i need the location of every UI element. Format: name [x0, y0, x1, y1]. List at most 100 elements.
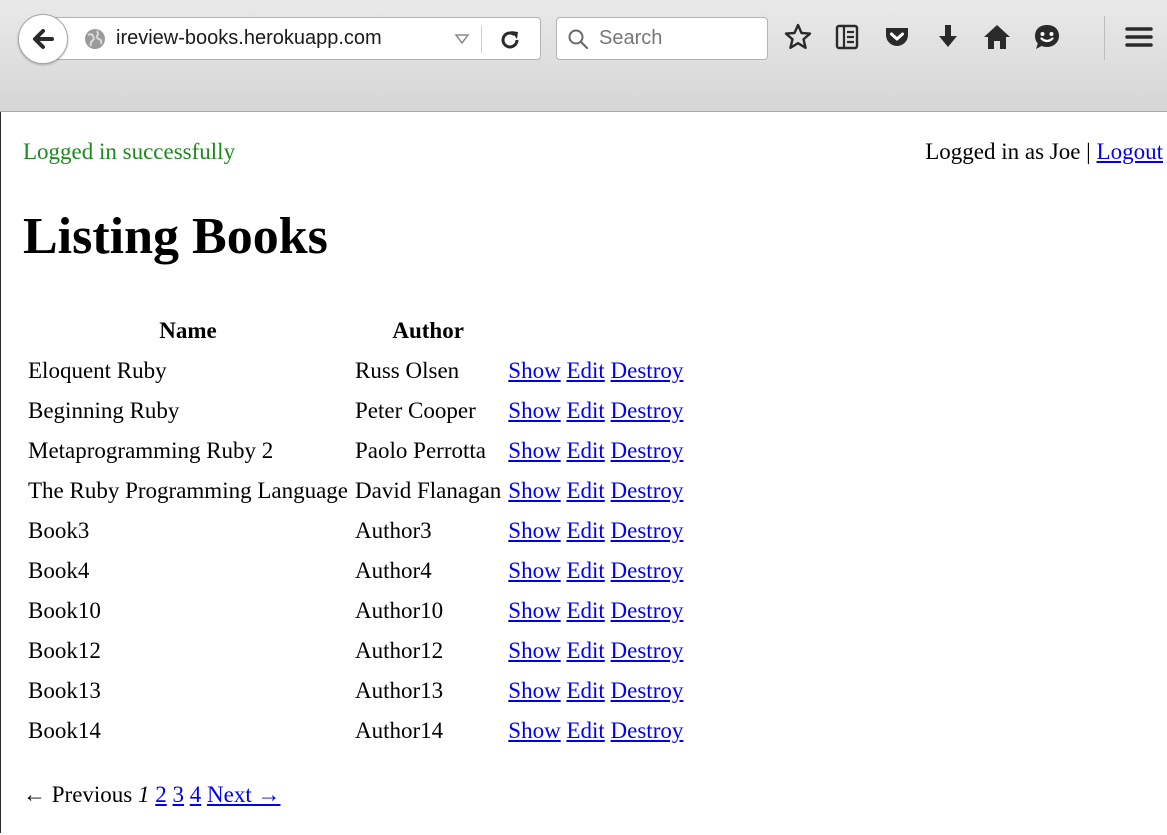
show-link[interactable]: Show — [508, 638, 560, 663]
url-bar[interactable]: ireview-books.herokuapp.com — [54, 17, 541, 60]
edit-link[interactable]: Edit — [566, 678, 604, 703]
table-row: The Ruby Programming Language David Flana… — [26, 471, 685, 511]
edit-link[interactable]: Edit — [566, 358, 604, 383]
table-row: Book14 Author14 Show Edit Destroy — [26, 711, 685, 751]
show-link[interactable]: Show — [508, 598, 560, 623]
book-name-cell: Book4 — [28, 558, 90, 583]
column-header-name: Name — [159, 318, 217, 343]
book-name-cell: Beginning Ruby — [28, 398, 180, 423]
book-actions-cell: Show Edit Destroy — [506, 551, 685, 591]
page-link-4[interactable]: 4 — [190, 782, 202, 807]
book-actions-cell: Show Edit Destroy — [506, 351, 685, 391]
show-link[interactable]: Show — [508, 678, 560, 703]
logout-link[interactable]: Logout — [1097, 139, 1163, 164]
show-link[interactable]: Show — [508, 558, 560, 583]
destroy-link[interactable]: Destroy — [611, 638, 684, 663]
table-row: Book13 Author13 Show Edit Destroy — [26, 671, 685, 711]
book-name-cell: Eloquent Ruby — [28, 358, 167, 383]
chat-icon[interactable] — [1032, 22, 1062, 52]
globe-icon — [85, 29, 105, 49]
book-author-cell: Author4 — [355, 558, 432, 583]
url-bar-separator — [481, 26, 482, 53]
book-author-cell: Author3 — [355, 518, 432, 543]
column-header-actions — [506, 311, 685, 351]
reading-list-icon[interactable] — [832, 22, 862, 52]
edit-link[interactable]: Edit — [566, 598, 604, 623]
book-author-cell: Author13 — [355, 678, 444, 703]
edit-link[interactable]: Edit — [566, 518, 604, 543]
book-author-cell: Author12 — [355, 638, 444, 663]
pagination: ← Previous 1 2 3 4 Next → — [23, 782, 280, 808]
page-link-3[interactable]: 3 — [173, 782, 185, 807]
book-name-cell: Book13 — [28, 678, 101, 703]
show-link[interactable]: Show — [508, 478, 560, 503]
back-arrow-icon — [33, 29, 54, 49]
next-page-link[interactable]: Next → — [207, 782, 280, 807]
destroy-link[interactable]: Destroy — [611, 598, 684, 623]
show-link[interactable]: Show — [508, 358, 560, 383]
reload-icon[interactable] — [498, 28, 522, 52]
column-header-author: Author — [392, 318, 464, 343]
destroy-link[interactable]: Destroy — [611, 718, 684, 743]
menu-icon[interactable] — [1124, 22, 1154, 52]
destroy-link[interactable]: Destroy — [611, 358, 684, 383]
books-table: Name Author Eloquent Ruby Russ Olsen Show … — [23, 311, 688, 751]
book-author-cell: Author14 — [355, 718, 444, 743]
previous-page-disabled: ← Previous — [23, 782, 133, 807]
logged-in-as-label: Logged in as Joe | — [925, 139, 1097, 164]
dropmarker-icon[interactable] — [454, 31, 470, 47]
url-text: ireview-books.herokuapp.com — [116, 27, 382, 49]
pocket-icon[interactable] — [882, 22, 912, 52]
edit-link[interactable]: Edit — [566, 438, 604, 463]
book-actions-cell: Show Edit Destroy — [506, 671, 685, 711]
edit-link[interactable]: Edit — [566, 558, 604, 583]
book-author-cell: Russ Olsen — [355, 358, 460, 383]
user-status: Logged in as Joe | Logout — [925, 139, 1163, 165]
book-name-cell: Book3 — [28, 518, 90, 543]
book-actions-cell: Show Edit Destroy — [506, 431, 685, 471]
book-author-cell: Author10 — [355, 598, 444, 623]
show-link[interactable]: Show — [508, 438, 560, 463]
destroy-link[interactable]: Destroy — [611, 438, 684, 463]
page-title: Listing Books — [23, 208, 328, 265]
edit-link[interactable]: Edit — [566, 638, 604, 663]
destroy-link[interactable]: Destroy — [611, 478, 684, 503]
show-link[interactable]: Show — [508, 398, 560, 423]
book-name-cell: Book10 — [28, 598, 101, 623]
book-actions-cell: Show Edit Destroy — [506, 391, 685, 431]
book-author-cell: Paolo Perrotta — [355, 438, 486, 463]
show-link[interactable]: Show — [508, 518, 560, 543]
book-actions-cell: Show Edit Destroy — [506, 511, 685, 551]
table-row: Metaprogramming Ruby 2 Paolo Perrotta Show… — [26, 431, 685, 471]
table-row: Book3 Author3 Show Edit Destroy — [26, 511, 685, 551]
page-link-2[interactable]: 2 — [155, 782, 167, 807]
book-actions-cell: Show Edit Destroy — [506, 471, 685, 511]
home-icon[interactable] — [982, 22, 1012, 52]
table-header-row: Name Author — [26, 311, 685, 351]
table-row: Book10 Author10 Show Edit Destroy — [26, 591, 685, 631]
book-author-cell: David Flanagan — [355, 478, 502, 503]
back-button[interactable] — [18, 14, 68, 64]
bookmark-star-icon[interactable] — [783, 22, 813, 52]
book-name-cell: Book14 — [28, 718, 101, 743]
search-bar[interactable]: Search — [556, 17, 768, 60]
table-row: Book12 Author12 Show Edit Destroy — [26, 631, 685, 671]
show-link[interactable]: Show — [508, 718, 560, 743]
books-table-body: Eloquent Ruby Russ Olsen Show Edit Destroy… — [26, 351, 685, 751]
book-actions-cell: Show Edit Destroy — [506, 631, 685, 671]
edit-link[interactable]: Edit — [566, 478, 604, 503]
current-page: 1 — [138, 782, 150, 807]
edit-link[interactable]: Edit — [566, 718, 604, 743]
destroy-link[interactable]: Destroy — [611, 398, 684, 423]
edit-link[interactable]: Edit — [566, 398, 604, 423]
destroy-link[interactable]: Destroy — [611, 518, 684, 543]
book-author-cell: Peter Cooper — [355, 398, 476, 423]
browser-toolbar: ireview-books.herokuapp.com Search — [0, 0, 1167, 112]
destroy-link[interactable]: Destroy — [611, 558, 684, 583]
book-actions-cell: Show Edit Destroy — [506, 711, 685, 751]
destroy-link[interactable]: Destroy — [611, 678, 684, 703]
download-icon[interactable] — [933, 22, 963, 52]
flash-notice: Logged in successfully — [23, 139, 236, 164]
book-name-cell: Metaprogramming Ruby 2 — [28, 438, 274, 463]
search-input[interactable]: Search — [599, 27, 662, 50]
